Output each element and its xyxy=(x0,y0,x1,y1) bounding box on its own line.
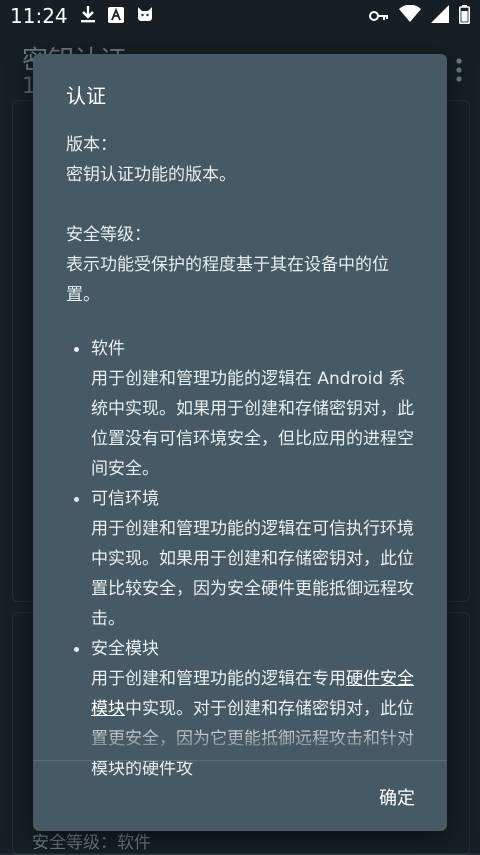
version-description: 密钥认证功能的版本。 xyxy=(66,165,236,185)
list-item-title: 安全模块 xyxy=(91,639,159,659)
battery-icon xyxy=(459,4,470,28)
list-item-description: 用于创建和管理功能的逻辑在 Android 系统中实现。如果用于创建和存储密钥对… xyxy=(91,369,414,479)
key-icon xyxy=(369,7,389,26)
status-time: 11:24 xyxy=(10,4,68,28)
list-item-description: 用于创建和管理功能的逻辑在可信执行环境中实现。如果用于创建和存储密钥对，此位置比… xyxy=(91,519,414,629)
list-item-strongbox: 安全模块 用于创建和管理功能的逻辑在专用硬件安全模块中实现。对于创建和存储密钥对… xyxy=(66,634,416,784)
list-item-title: 可信环境 xyxy=(91,489,159,509)
wifi-icon xyxy=(399,4,421,27)
dialog-divider xyxy=(33,760,447,761)
dialog-body[interactable]: 版本： 密钥认证功能的版本。 安全等级： 表示功能受保护的程度基于其在设备中的位… xyxy=(66,130,416,812)
ok-button[interactable]: 确定 xyxy=(379,784,415,810)
version-label: 版本： xyxy=(66,135,117,155)
dialog-title: 认证 xyxy=(66,84,106,108)
list-item-software: 软件 用于创建和管理功能的逻辑在 Android 系统中实现。如果用于创建和存储… xyxy=(66,334,416,484)
attestation-dialog: 认证 版本： 密钥认证功能的版本。 安全等级： 表示功能受保护的程度基于其在设备… xyxy=(33,54,447,831)
list-item-trusted-environment: 可信环境 用于创建和管理功能的逻辑在可信执行环境中实现。如果用于创建和存储密钥对… xyxy=(66,484,416,634)
security-label: 安全等级： xyxy=(66,225,151,245)
cat-icon xyxy=(136,4,154,28)
app-notification-icon xyxy=(107,4,124,28)
scroll-fade xyxy=(33,724,447,760)
download-icon xyxy=(80,4,96,28)
status-bar: 11:24 xyxy=(0,0,480,32)
signal-icon xyxy=(431,5,449,27)
security-description: 表示功能受保护的程度基于其在设备中的位置。 xyxy=(66,255,389,305)
list-item-title: 软件 xyxy=(91,339,125,359)
